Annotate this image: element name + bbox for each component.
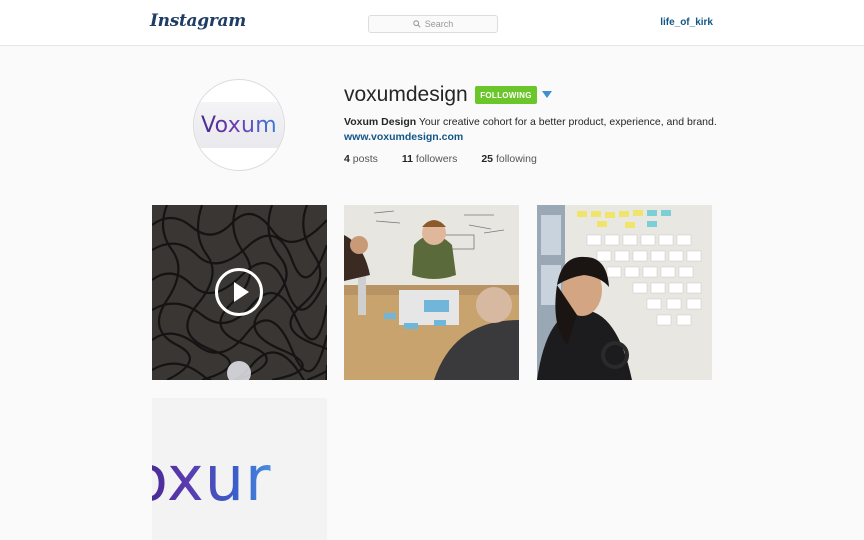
- instagram-logo[interactable]: Instagram: [150, 11, 246, 31]
- wall-photo: [537, 205, 712, 380]
- posts-label: posts: [352, 153, 378, 165]
- followers-stat[interactable]: 11 followers: [402, 153, 457, 165]
- post-tile-logo[interactable]: oxur: [152, 398, 327, 540]
- profile-username: voxumdesign: [344, 83, 468, 106]
- profile-stats: 4 posts 11 followers 25 following: [344, 153, 561, 165]
- posts-stat: 4 posts: [344, 153, 378, 165]
- profile-website-link[interactable]: www.voxumdesign.com: [344, 131, 463, 143]
- play-icon[interactable]: [215, 268, 263, 316]
- logo-wordmark: oxur: [152, 448, 272, 510]
- profile-avatar[interactable]: Voxum: [193, 79, 285, 171]
- posts-count: 4: [344, 153, 350, 165]
- profile-bio: Voxum Design Your creative cohort for a …: [344, 116, 717, 128]
- profile-full-name: Voxum Design: [344, 116, 417, 128]
- following-stat[interactable]: 25 following: [481, 153, 536, 165]
- search-input[interactable]: Search: [368, 15, 498, 33]
- following-button[interactable]: FOLLOWING: [475, 86, 537, 104]
- current-user-link[interactable]: life_of_kirk: [660, 17, 713, 28]
- search-placeholder: Search: [424, 19, 454, 29]
- post-tile-photo-meeting[interactable]: [344, 205, 519, 380]
- following-label: following: [495, 153, 537, 165]
- dropdown-caret-icon[interactable]: [542, 91, 552, 98]
- following-count: 25: [481, 153, 494, 165]
- avatar-wordmark: Voxum: [200, 112, 278, 138]
- profile-bio-text: Your creative cohort for a better produc…: [418, 116, 717, 128]
- post-tile-photo-wall[interactable]: [537, 205, 712, 380]
- post-tile-video[interactable]: [152, 205, 327, 380]
- meeting-photo: [344, 205, 519, 380]
- followers-label: followers: [415, 153, 458, 165]
- search-icon: [413, 20, 421, 28]
- top-nav-bar: Instagram Search life_of_kirk: [0, 0, 864, 46]
- followers-count: 11: [401, 153, 413, 165]
